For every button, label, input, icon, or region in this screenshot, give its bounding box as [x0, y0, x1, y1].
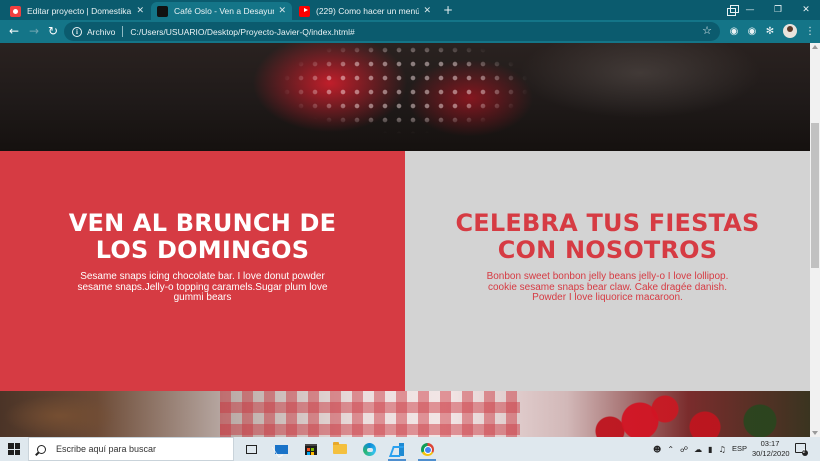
clock-time: 03:17	[760, 439, 780, 448]
web-page: VEN AL BRUNCH DE LOS DOMINGOS Sesame sna…	[0, 43, 810, 437]
close-icon[interactable]: ✕	[136, 6, 144, 16]
fiestas-panel: CELEBRA TUS FIESTAS CON NOSOTROS Bonbon …	[405, 151, 810, 391]
checkered-tablecloth-image	[220, 391, 520, 437]
scroll-down-icon[interactable]	[812, 431, 818, 435]
tab-title: Editar proyecto | Domestika	[27, 6, 132, 16]
adblock-icon[interactable]: ◉	[727, 24, 741, 38]
windows-taskbar: Escribe aquí para buscar ☻ ⌃ ☍ ☁ ▮ ♫ ESP…	[0, 437, 820, 461]
edge-icon	[362, 442, 376, 456]
search-icon	[37, 444, 46, 454]
people-icon[interactable]: ☻	[653, 445, 661, 454]
window-close-icon[interactable]: ✕	[792, 0, 820, 20]
coffee-cup-icon	[157, 5, 168, 17]
address-bar[interactable]: i Archivo C:/Users/USUARIO/Desktop/Proye…	[64, 22, 720, 41]
tab-cafe-oslo[interactable]: Café Oslo - Ven a Desayunar ✕	[151, 2, 292, 20]
new-tab-button[interactable]: +	[443, 3, 453, 17]
url-text[interactable]: C:/Users/USUARIO/Desktop/Proyecto-Javier…	[130, 27, 354, 37]
menu-icon[interactable]: ⋮	[803, 24, 817, 38]
vscode-button[interactable]	[386, 439, 408, 461]
search-placeholder: Escribe aquí para buscar	[56, 444, 157, 454]
edge-button[interactable]	[358, 439, 380, 459]
task-view-icon	[245, 444, 257, 454]
show-hidden-icon[interactable]: ⌃	[667, 445, 674, 454]
forward-arrow-icon[interactable]: →	[26, 23, 42, 39]
tab-title: Café Oslo - Ven a Desayunar	[174, 6, 275, 16]
mail-icon	[274, 444, 288, 454]
windows-start-icon[interactable]	[8, 443, 20, 455]
fiestas-text: Bonbon sweet bonbon jelly beans jelly-o …	[486, 271, 729, 303]
clock-date: 30/12/2020	[752, 449, 790, 458]
bookmark-star-icon[interactable]: ☆	[702, 24, 712, 37]
hero-image-breakfast	[0, 43, 810, 151]
tab-title: (229) Como hacer un menú de n	[316, 6, 420, 16]
notification-count: 2	[802, 449, 806, 455]
close-icon[interactable]: ✕	[423, 6, 431, 16]
brunch-text: Sesame snaps icing chocolate bar. I love…	[77, 271, 328, 303]
scroll-thumb[interactable]	[811, 123, 819, 268]
store-icon	[305, 443, 317, 455]
chrome-button[interactable]	[416, 439, 438, 461]
tab-strip: Editar proyecto | Domestika ✕ Café Oslo …	[0, 0, 820, 20]
file-explorer-button[interactable]	[329, 439, 351, 459]
scroll-up-icon[interactable]	[812, 45, 818, 49]
task-view-button[interactable]	[240, 439, 262, 459]
taskbar-search-box[interactable]: Escribe aquí para buscar	[28, 437, 234, 461]
store-button[interactable]	[300, 439, 322, 459]
browser-toolbar: ← → ↻ i Archivo C:/Users/USUARIO/Desktop…	[0, 20, 820, 43]
system-tray: ☻ ⌃ ☍ ☁ ▮ ♫	[650, 437, 729, 461]
address-divider	[122, 26, 124, 37]
polka-dot-cup-image	[280, 43, 530, 138]
folder-icon	[333, 442, 347, 454]
page-scrollbar[interactable]	[810, 43, 820, 437]
mail-button[interactable]	[270, 439, 292, 459]
tab-youtube[interactable]: (229) Como hacer un menú de n ✕	[293, 2, 437, 20]
battery-icon[interactable]: ▮	[708, 445, 712, 454]
tab-domestika[interactable]: Editar proyecto | Domestika ✕	[4, 2, 150, 20]
youtube-icon	[299, 5, 310, 17]
language-indicator[interactable]: ESP	[732, 444, 747, 453]
reload-icon[interactable]: ↻	[45, 23, 61, 39]
brunch-heading: VEN AL BRUNCH DE LOS DOMINGOS	[68, 209, 337, 264]
restore-icon[interactable]: ❐	[764, 0, 792, 20]
volume-icon[interactable]: ♫	[719, 445, 726, 454]
network-icon[interactable]: ☍	[680, 445, 688, 454]
window-controls: — ❐ ✕	[736, 0, 820, 20]
minimize-icon[interactable]: —	[736, 0, 764, 20]
file-scheme-label: Archivo	[87, 26, 116, 37]
strawberries-image	[0, 391, 810, 437]
back-arrow-icon[interactable]: ←	[6, 23, 22, 39]
fiestas-heading: CELEBRA TUS FIESTAS CON NOSOTROS	[455, 209, 760, 264]
translate-icon[interactable]: ◉	[745, 24, 759, 38]
close-icon[interactable]: ✕	[278, 6, 286, 16]
clock[interactable]: 03:17 30/12/2020	[752, 439, 790, 459]
extensions-icon[interactable]: ✻	[763, 24, 777, 38]
cloud-icon[interactable]: ☁	[694, 445, 702, 454]
profile-avatar[interactable]	[783, 24, 797, 38]
domestika-icon	[10, 5, 21, 17]
chrome-icon	[420, 442, 434, 456]
brunch-panel: VEN AL BRUNCH DE LOS DOMINGOS Sesame sna…	[0, 151, 405, 391]
info-icon[interactable]: i	[72, 26, 82, 37]
vscode-icon	[391, 442, 404, 456]
